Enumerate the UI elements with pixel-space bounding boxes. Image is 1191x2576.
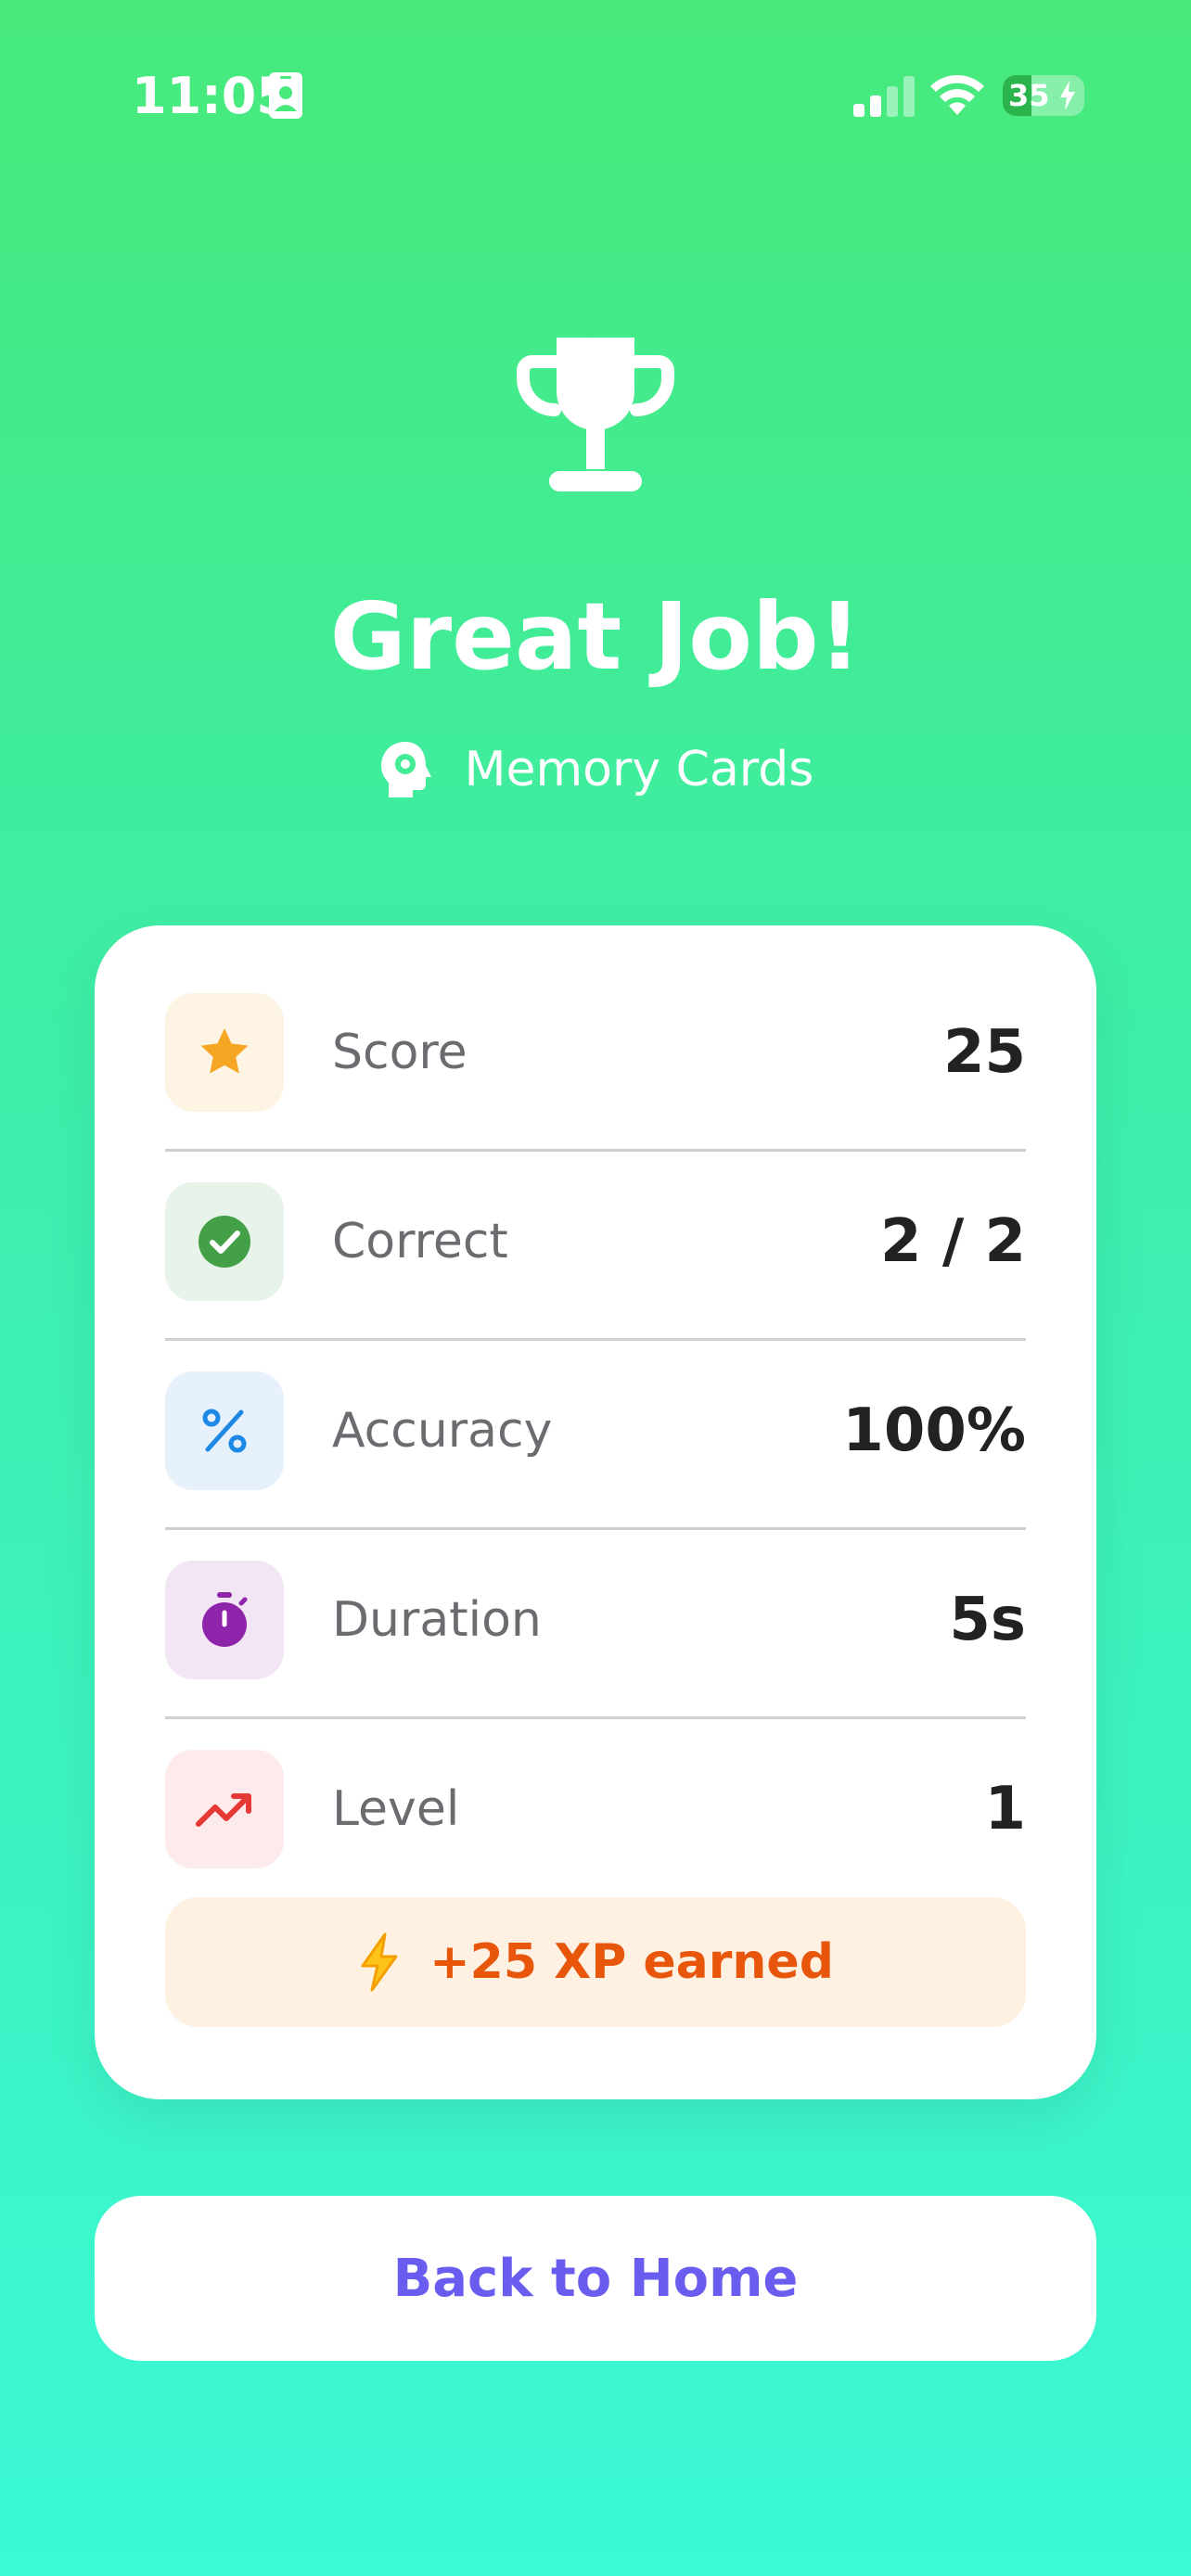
stat-label: Score <box>332 1025 467 1080</box>
stat-value: 1 <box>984 1775 1026 1843</box>
id-card-icon <box>269 72 302 119</box>
correct-icon-box <box>165 1182 284 1301</box>
game-name: Memory Cards <box>464 742 814 797</box>
status-bar: 11:05 35 <box>0 0 1191 195</box>
trending-up-icon <box>196 1793 251 1827</box>
trophy-icon <box>517 338 674 491</box>
results-card: Score 25 Correct 2 / 2 Accuracy 100% Dur… <box>95 925 1096 2099</box>
level-icon-box <box>165 1750 284 1868</box>
stat-row-level: Level 1 <box>165 1715 1026 1904</box>
back-to-home-button[interactable]: Back to Home <box>95 2196 1096 2361</box>
xp-earned-text: +25 XP earned <box>429 1934 834 1990</box>
battery-bolt-icon <box>1060 81 1075 110</box>
battery-icon: 35 <box>1003 75 1084 116</box>
stat-label: Level <box>332 1781 460 1837</box>
stat-row-accuracy: Accuracy 100% <box>165 1336 1026 1525</box>
accuracy-icon-box <box>165 1371 284 1490</box>
stat-value: 100% <box>842 1396 1026 1465</box>
stat-row-correct: Correct 2 / 2 <box>165 1147 1026 1336</box>
brain-gear-icon <box>380 742 431 797</box>
stat-label: Correct <box>332 1214 508 1269</box>
xp-earned-banner: +25 XP earned <box>165 1897 1026 2027</box>
stat-value: 5s <box>949 1586 1026 1654</box>
status-time: 11:05 <box>132 67 291 125</box>
game-subtitle: Memory Cards <box>0 733 1191 807</box>
percent-icon <box>202 1409 247 1453</box>
signal-icon <box>853 76 915 117</box>
stat-row-score: Score 25 <box>165 958 1026 1147</box>
page-title: Great Job! <box>329 582 862 691</box>
lightning-icon <box>361 1932 398 1992</box>
stat-label: Duration <box>332 1592 542 1648</box>
stat-value: 25 <box>942 1018 1026 1087</box>
battery-level: 35 <box>1008 78 1050 113</box>
stat-label: Accuracy <box>332 1403 553 1459</box>
score-icon-box <box>165 993 284 1112</box>
wifi-icon <box>930 74 984 115</box>
star-icon <box>200 1028 249 1074</box>
check-circle-icon <box>198 1216 250 1268</box>
stat-value: 2 / 2 <box>880 1207 1026 1276</box>
stat-row-duration: Duration 5s <box>165 1525 1026 1715</box>
stopwatch-icon <box>202 1592 248 1647</box>
duration-icon-box <box>165 1561 284 1679</box>
